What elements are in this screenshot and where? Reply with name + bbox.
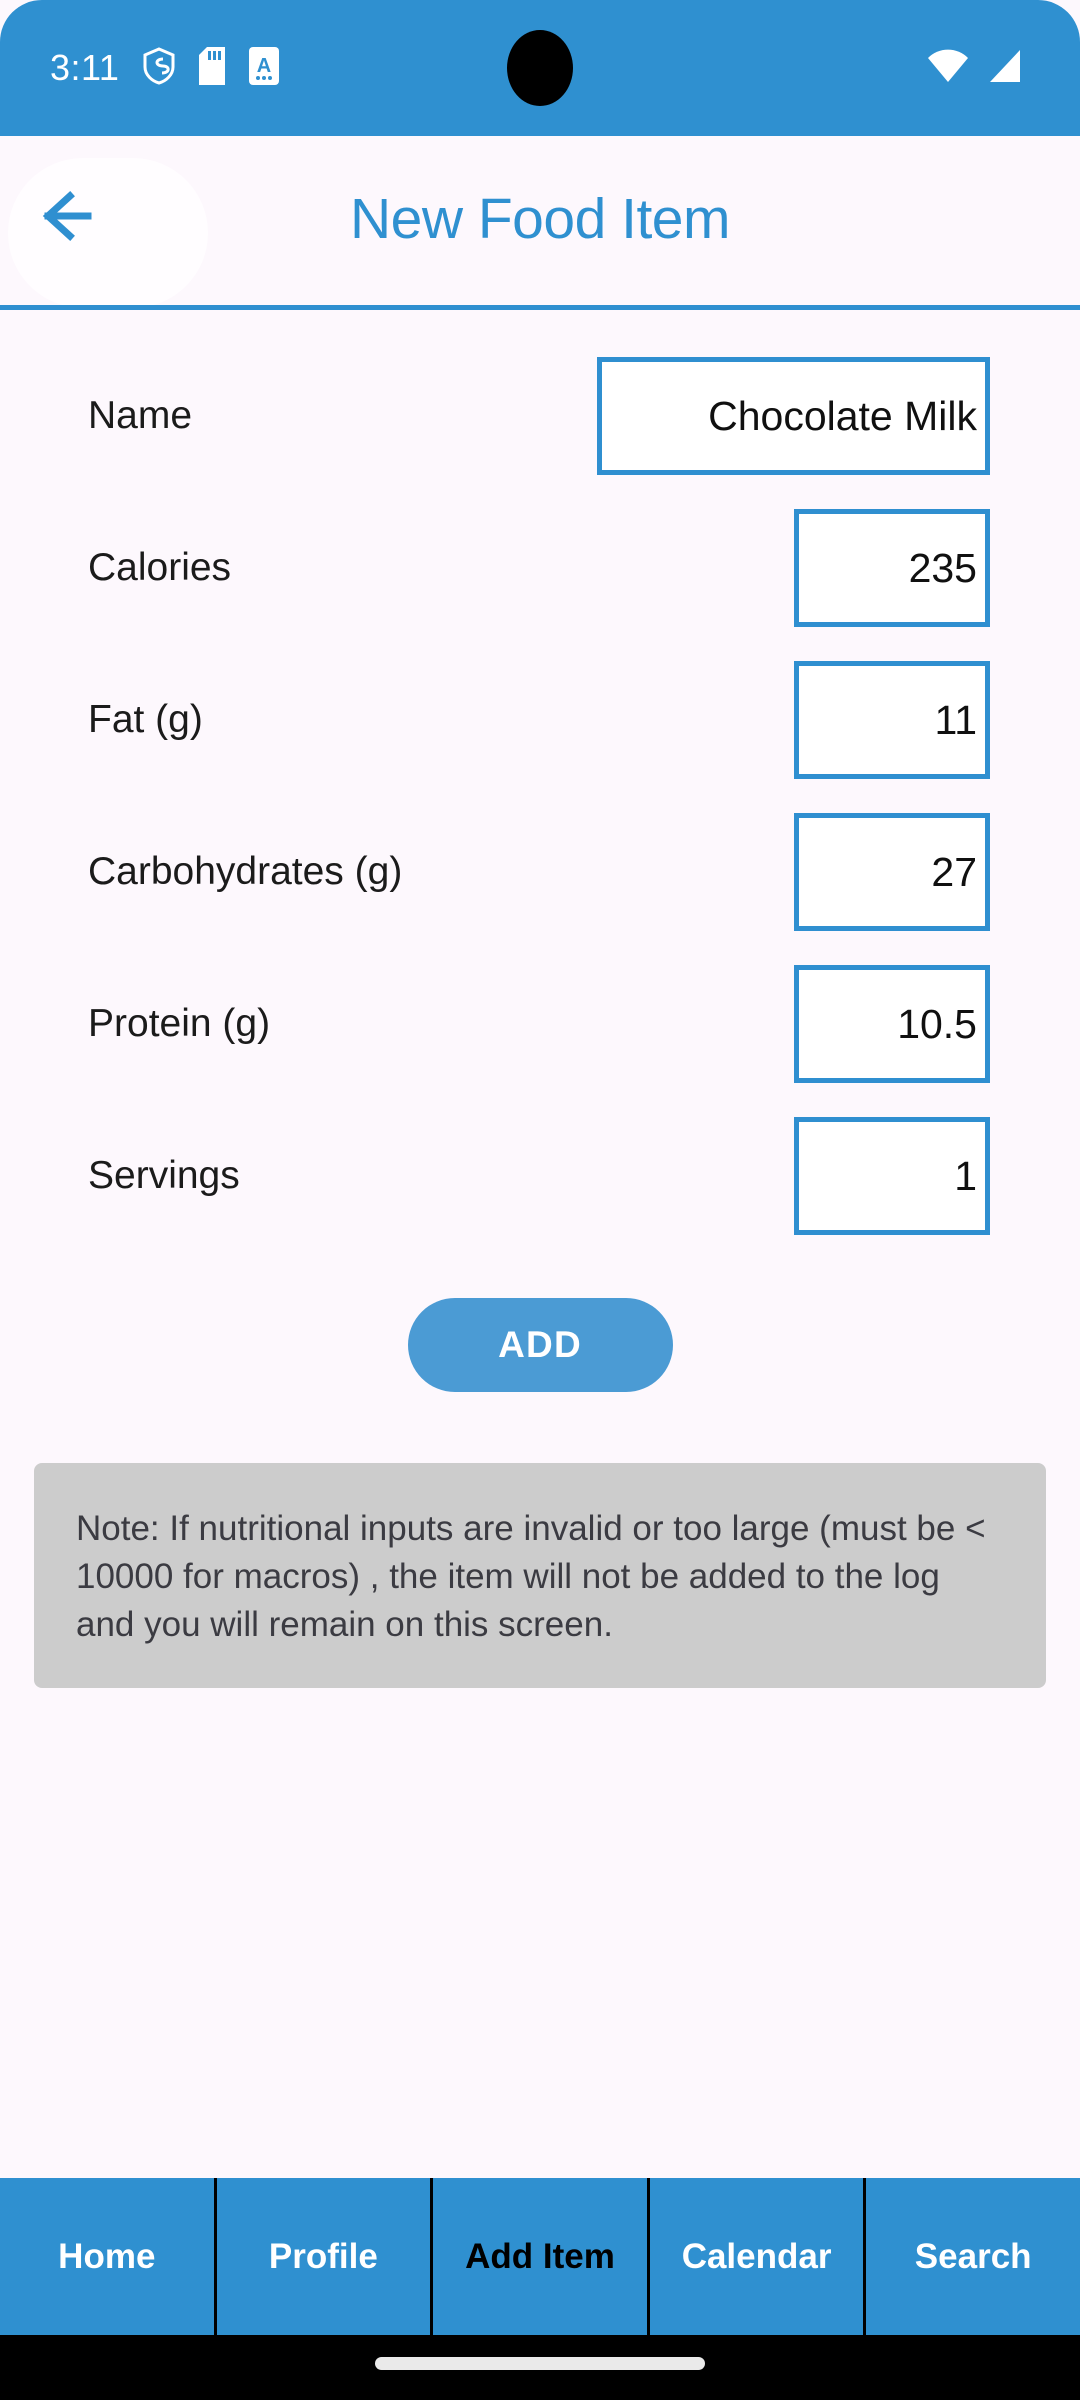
note-card: Note: If nutritional inputs are invalid … (34, 1463, 1046, 1688)
protein-input[interactable]: 10.5 (794, 965, 990, 1083)
nav-tab-home[interactable]: Home (0, 2178, 214, 2335)
app-bar: New Food Item (0, 136, 1080, 308)
label-calories: Calories (88, 546, 232, 589)
calories-input[interactable]: 235 (794, 509, 990, 627)
food-item-form: Name Chocolate Milk Calories 235 Fat (g)… (0, 340, 1080, 1252)
add-button[interactable]: ADD (407, 1298, 673, 1392)
shield-icon (143, 46, 175, 90)
status-bar: 3:11 A (0, 0, 1080, 136)
cell-signal-icon (986, 48, 1024, 89)
bottom-navigation-bar: Home Profile Add Item Calendar Search (0, 2178, 1080, 2335)
gesture-pill[interactable] (375, 2357, 705, 2370)
nav-tab-calendar[interactable]: Calendar (649, 2178, 864, 2335)
label-name: Name (88, 394, 193, 437)
nav-tab-add-item[interactable]: Add Item (433, 2178, 647, 2335)
add-button-container: ADD (0, 1298, 1080, 1392)
servings-input-value: 1 (954, 1152, 977, 1199)
camera-cutout (507, 30, 573, 106)
status-bar-right-group (926, 0, 1024, 136)
fat-input[interactable]: 11 (794, 661, 990, 779)
label-carbohydrates: Carbohydrates (g) (88, 850, 403, 893)
fat-input-value: 11 (934, 696, 977, 743)
form-row-carbohydrates: Carbohydrates (g) 27 (0, 796, 1080, 948)
nav-tab-search[interactable]: Search (866, 2178, 1080, 2335)
form-row-servings: Servings 1 (0, 1100, 1080, 1252)
protein-input-value: 10.5 (897, 1000, 977, 1047)
a-badge-icon: A (249, 46, 280, 90)
carbohydrates-input-value: 27 (931, 848, 977, 895)
name-input-value: Chocolate Milk (708, 392, 977, 439)
svg-text:A: A (257, 55, 271, 77)
wifi-icon (926, 48, 970, 89)
status-clock: 3:11 (50, 47, 120, 88)
form-row-name: Name Chocolate Milk (0, 340, 1080, 492)
label-fat: Fat (g) (88, 698, 203, 741)
form-row-fat: Fat (g) 11 (0, 644, 1080, 796)
form-row-protein: Protein (g) 10.5 (0, 948, 1080, 1100)
label-servings: Servings (88, 1154, 240, 1197)
label-protein: Protein (g) (88, 1002, 271, 1045)
sd-card-icon (199, 46, 226, 90)
note-text: Note: If nutritional inputs are invalid … (76, 1509, 986, 1644)
servings-input[interactable]: 1 (794, 1117, 990, 1235)
nav-tab-profile[interactable]: Profile (216, 2178, 431, 2335)
status-bar-left-group: 3:11 A (50, 0, 280, 136)
page-title: New Food Item (350, 187, 730, 251)
app-screen: 3:11 A New Food Item Name Chocolate Milk… (0, 0, 1080, 2400)
carbohydrates-input[interactable]: 27 (794, 813, 990, 931)
gesture-navigation-area (0, 2335, 1080, 2400)
app-bar-divider (0, 305, 1080, 310)
name-input[interactable]: Chocolate Milk (597, 357, 990, 475)
calories-input-value: 235 (908, 544, 977, 591)
form-row-calories: Calories 235 (0, 492, 1080, 644)
